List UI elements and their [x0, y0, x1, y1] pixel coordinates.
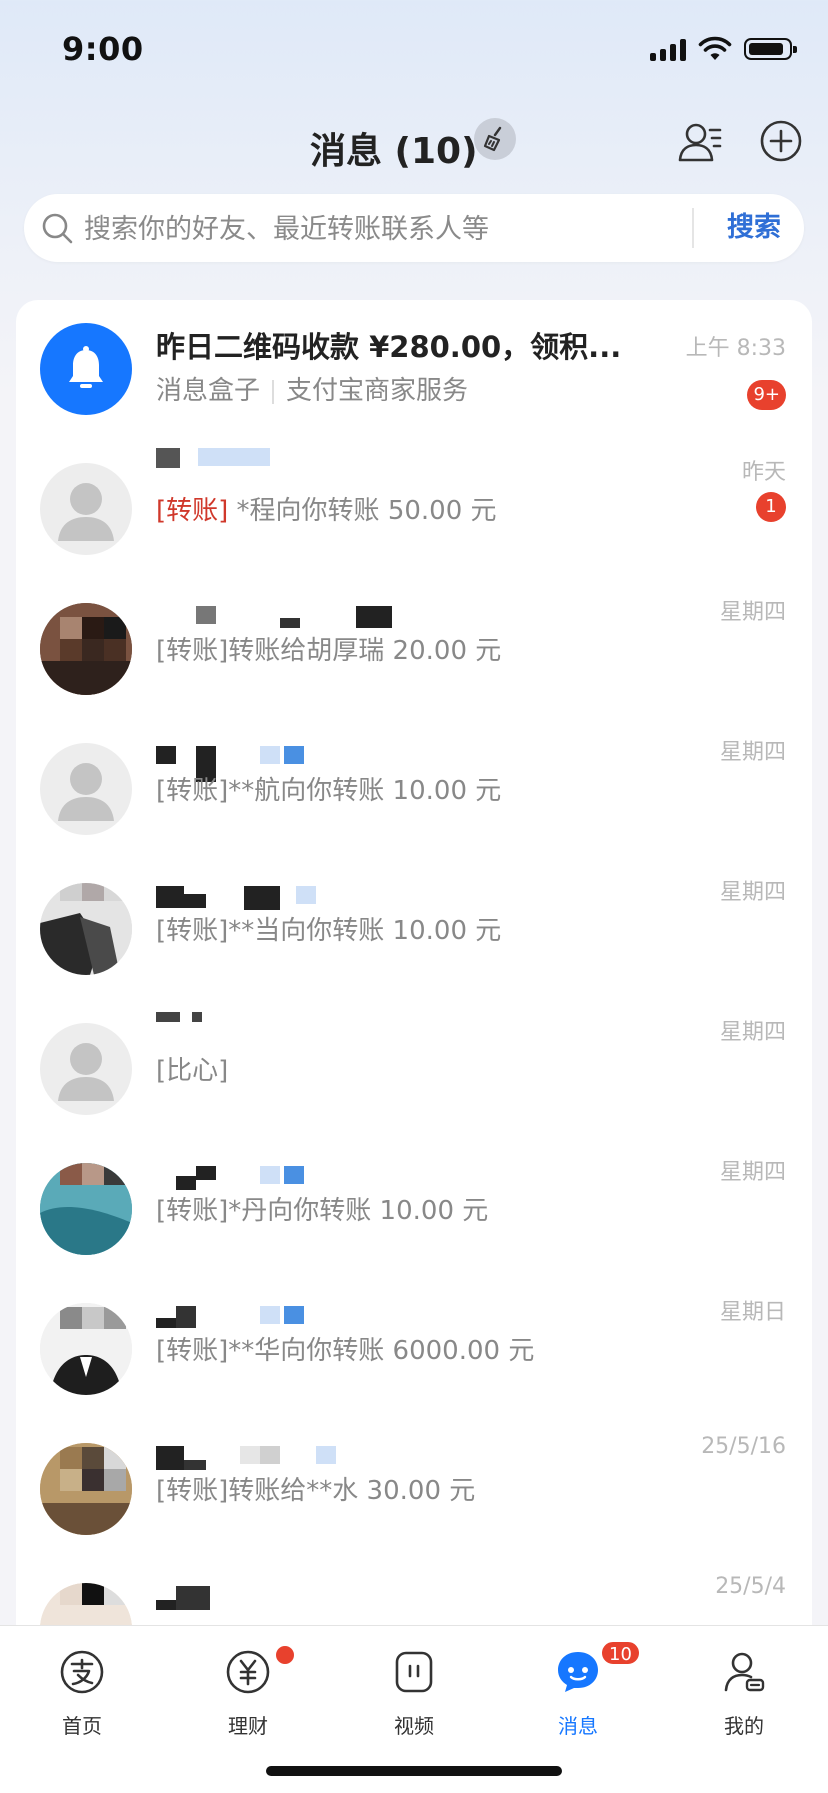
- status-time: 9:00: [62, 30, 144, 68]
- contacts-button[interactable]: [672, 114, 728, 170]
- conversation-time: 昨天: [741, 460, 786, 485]
- conversation-time: 星期四: [719, 1020, 786, 1045]
- photo-avatar: [40, 1583, 132, 1630]
- unread-badge: 9+: [747, 380, 786, 410]
- search-divider: [692, 208, 694, 248]
- contacts-icon: [678, 123, 722, 162]
- default-avatar-icon: [58, 763, 114, 821]
- status-bar: 9:00: [0, 0, 828, 100]
- notification-dot: [274, 1644, 296, 1666]
- transfer-tag: [转账]: [156, 496, 229, 526]
- default-avatar-icon: [58, 1043, 114, 1101]
- tab-home[interactable]: 首页: [22, 1638, 142, 1748]
- conversation-time: 25/5/16: [701, 1434, 786, 1459]
- avatar: [40, 1583, 132, 1630]
- conversation-title: 昨日二维码收款 ¥280.00，领积...: [156, 330, 622, 364]
- avatar: [40, 1163, 132, 1255]
- conversation-time: 星期四: [719, 1160, 786, 1185]
- alipay-home-icon: [60, 1650, 104, 1694]
- conversation-item[interactable]: [转账] *程向你转账 50.00 元 昨天 1: [16, 440, 812, 580]
- wealth-icon: [226, 1650, 270, 1694]
- conversation-preview: [转账]**航向你转账 10.00 元: [156, 776, 502, 806]
- conversation-item[interactable]: [比心] 星期四: [16, 1000, 812, 1140]
- conversation-preview: [转账]*丹向你转账 10.00 元: [156, 1196, 489, 1226]
- tab-profile[interactable]: 我的: [684, 1638, 804, 1748]
- photo-avatar: [40, 603, 132, 695]
- subtitle-separator: [272, 379, 275, 404]
- wifi-icon: [698, 36, 732, 60]
- page-title: 消息 (10): [310, 131, 478, 172]
- search-input[interactable]: [82, 194, 706, 264]
- preview-text: *程向你转账 50.00 元: [228, 496, 497, 526]
- tab-wealth[interactable]: 理财: [188, 1638, 308, 1748]
- unread-count-badge: 10: [600, 1640, 641, 1666]
- video-icon: [395, 1651, 433, 1693]
- avatar: [40, 743, 132, 835]
- battery-icon: [744, 38, 797, 60]
- search-bar: 搜索: [24, 194, 804, 264]
- status-icons: [650, 36, 797, 62]
- conversation-time: 25/5/4: [715, 1574, 786, 1599]
- clear-unread-button[interactable]: [474, 118, 516, 160]
- default-avatar-icon: [58, 483, 114, 541]
- signal-icon: [650, 37, 686, 61]
- conversation-preview: [转账]转账给**水 30.00 元: [156, 1476, 476, 1506]
- tab-label: 视频: [394, 1714, 434, 1738]
- message-icon: [558, 1652, 598, 1692]
- conversation-preview: [比心]: [156, 1056, 229, 1086]
- bell-icon: [69, 346, 103, 388]
- conversation-item[interactable]: 25/5/4: [16, 1560, 812, 1630]
- tab-label: 我的: [724, 1714, 764, 1738]
- tab-video[interactable]: 视频: [354, 1638, 474, 1748]
- header: 消息 (10): [0, 100, 828, 190]
- service-label: 支付宝商家服务: [286, 376, 469, 406]
- add-button[interactable]: [756, 116, 806, 166]
- avatar: [40, 603, 132, 695]
- tab-label: 理财: [228, 1714, 268, 1738]
- conversation-item[interactable]: [转账]*丹向你转账 10.00 元 星期四: [16, 1140, 812, 1280]
- conversation-time: 上午 8:33: [685, 336, 786, 361]
- conversation-time: 星期四: [719, 740, 786, 765]
- tab-messages[interactable]: 10 消息: [518, 1638, 641, 1748]
- conversation-item[interactable]: [转账]转账给**水 30.00 元 25/5/16: [16, 1420, 812, 1560]
- conversation-preview: [转账]转账给胡厚瑞 20.00 元: [156, 636, 502, 666]
- avatar: [40, 463, 132, 555]
- conversation-time: 星期四: [719, 600, 786, 625]
- battery-level: [749, 43, 783, 55]
- avatar: [40, 883, 132, 975]
- broom-icon: [483, 126, 502, 152]
- plus-circle-icon: [760, 120, 802, 162]
- avatar: [40, 1303, 132, 1395]
- conversation-time: 星期日: [719, 1300, 786, 1325]
- conversation-item[interactable]: [转账]**当向你转账 10.00 元 星期四: [16, 860, 812, 1000]
- conversation-subtitle: 消息盒子 支付宝商家服务: [156, 370, 468, 407]
- tab-label: 消息: [558, 1714, 598, 1738]
- search-icon: [42, 213, 73, 244]
- photo-avatar: [40, 1303, 132, 1395]
- conversation-preview: [转账] *程向你转账 50.00 元: [156, 490, 497, 527]
- conversation-item[interactable]: [转账]转账给胡厚瑞 20.00 元 星期四: [16, 580, 812, 720]
- conversation-item[interactable]: [转账]**华向你转账 6000.00 元 星期日: [16, 1280, 812, 1420]
- conversation-preview: [转账]**当向你转账 10.00 元: [156, 916, 502, 946]
- tab-label: 首页: [62, 1714, 102, 1738]
- home-indicator: [266, 1766, 562, 1776]
- photo-avatar: [40, 883, 132, 975]
- avatar: [40, 1443, 132, 1535]
- avatar: [40, 323, 132, 415]
- conversation-item-message-box[interactable]: 昨日二维码收款 ¥280.00，领积... 消息盒子 支付宝商家服务 上午 8:3…: [16, 300, 812, 440]
- photo-avatar: [40, 1163, 132, 1255]
- conversation-preview: [转账]**华向你转账 6000.00 元: [156, 1336, 535, 1366]
- photo-avatar: [40, 1443, 132, 1535]
- conversation-list: 昨日二维码收款 ¥280.00，领积... 消息盒子 支付宝商家服务 上午 8:3…: [16, 300, 812, 1630]
- profile-icon: [724, 1652, 765, 1692]
- source-label: 消息盒子: [156, 376, 261, 406]
- conversation-item[interactable]: [转账]**航向你转账 10.00 元 星期四: [16, 720, 812, 860]
- conversation-time: 星期四: [719, 880, 786, 905]
- search-button[interactable]: 搜索: [714, 194, 794, 262]
- unread-badge: 1: [756, 492, 786, 522]
- avatar: [40, 1023, 132, 1115]
